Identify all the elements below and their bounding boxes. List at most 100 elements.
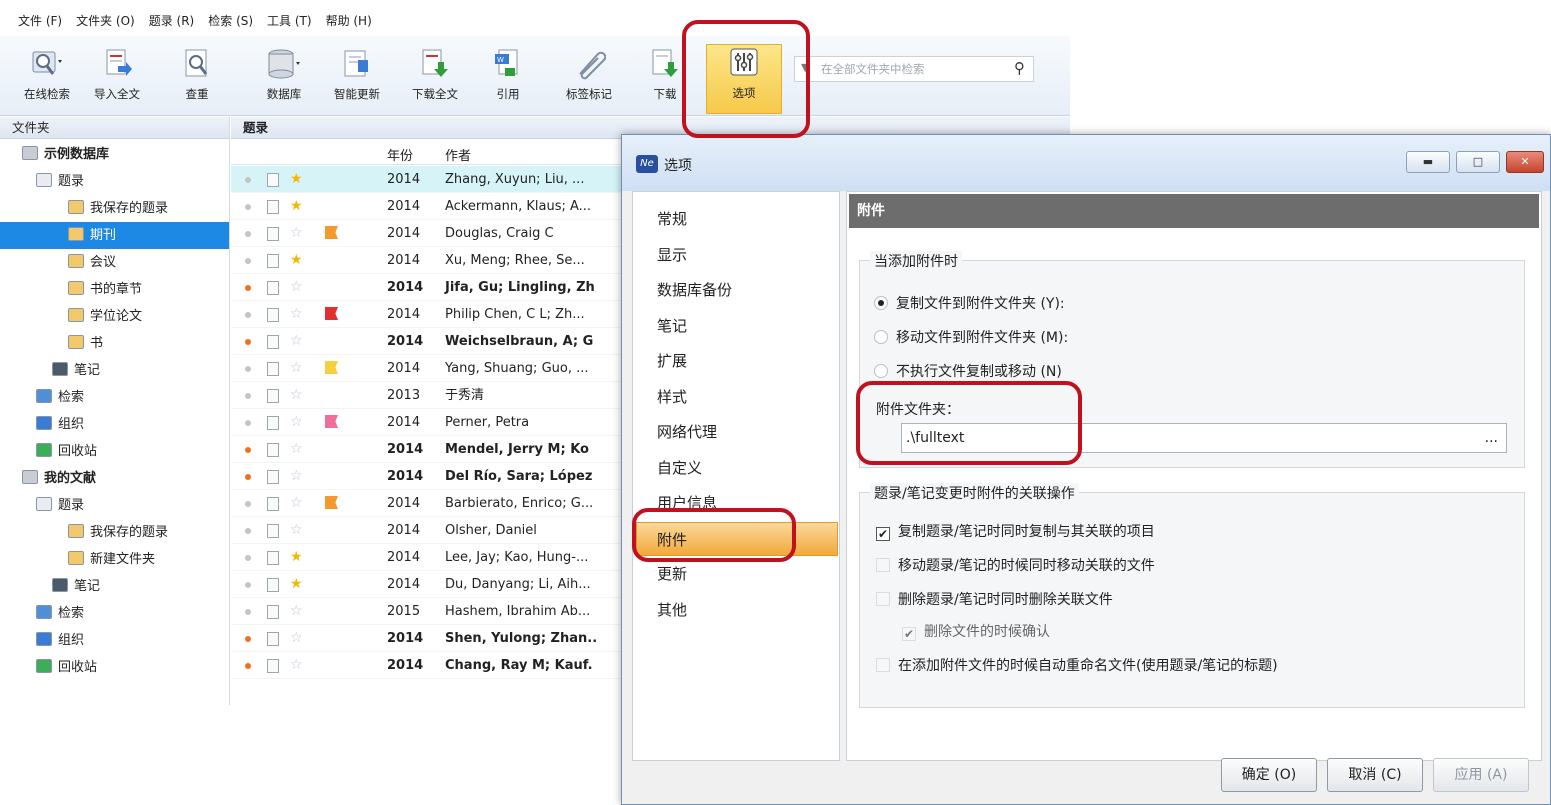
menu-file[interactable]: 文件 (F)	[18, 10, 62, 32]
read-status-icon[interactable]	[245, 177, 251, 183]
column-author[interactable]: 作者	[445, 145, 471, 164]
import-fulltext-button[interactable]: 导入全文	[86, 46, 148, 110]
read-status-icon[interactable]	[245, 663, 251, 669]
maximize-button[interactable]: □	[1456, 151, 1500, 173]
radio-button[interactable]	[874, 296, 888, 310]
read-status-icon[interactable]	[245, 609, 251, 615]
star-icon[interactable]: ☆	[290, 436, 303, 463]
star-icon[interactable]: ☆	[290, 274, 303, 301]
flag-icon[interactable]	[325, 415, 338, 428]
dedupe-button[interactable]: 查重	[166, 46, 228, 110]
star-icon[interactable]: ☆	[290, 517, 303, 544]
read-status-icon[interactable]	[245, 231, 251, 237]
options-button[interactable]: 选项	[706, 44, 782, 114]
folder-item[interactable]: 题录	[0, 168, 229, 195]
checkbox[interactable]	[876, 658, 890, 672]
download-fulltext-button[interactable]: 下载全文	[404, 46, 466, 110]
read-status-icon[interactable]	[245, 582, 251, 588]
star-icon[interactable]: ★	[290, 544, 303, 571]
nav-item[interactable]: 样式	[657, 380, 687, 414]
radio-move-file[interactable]: 移动文件到附件文件夹 (M):	[874, 327, 1068, 347]
column-year[interactable]: 年份	[387, 145, 413, 164]
radio-copy-file[interactable]: 复制文件到附件文件夹 (Y):	[874, 293, 1065, 313]
nav-item[interactable]: 更新	[657, 557, 687, 591]
database-button[interactable]: 数据库	[253, 46, 315, 110]
minimize-button[interactable]: ▬	[1406, 151, 1450, 173]
radio-no-copy[interactable]: 不执行文件复制或移动 (N)	[874, 361, 1062, 381]
chevron-down-icon[interactable]: ▼	[801, 61, 809, 74]
flag-icon[interactable]	[325, 307, 338, 320]
folder-item[interactable]: 期刊	[0, 222, 229, 249]
checkbox-confirm-delete[interactable]: ✔ 删除文件的时候确认	[902, 621, 1050, 641]
read-status-icon[interactable]	[245, 339, 251, 345]
star-icon[interactable]: ☆	[290, 463, 303, 490]
checkbox-auto-rename[interactable]: 在添加附件文件的时候自动重命名文件(使用题录/笔记的标题)	[876, 655, 1278, 675]
folder-item[interactable]: 会议	[0, 249, 229, 276]
folder-item[interactable]: 我保存的题录	[0, 519, 229, 546]
checkbox-delete-linked[interactable]: 删除题录/笔记时同时删除关联文件	[876, 589, 1113, 609]
cite-button[interactable]: W 引用	[477, 46, 539, 110]
menu-tools[interactable]: 工具 (T)	[267, 10, 312, 32]
star-icon[interactable]: ☆	[290, 382, 303, 409]
menu-folder[interactable]: 文件夹 (O)	[76, 10, 135, 32]
read-status-icon[interactable]	[245, 447, 251, 453]
star-icon[interactable]: ☆	[290, 409, 303, 436]
folder-item[interactable]: 学位论文	[0, 303, 229, 330]
read-status-icon[interactable]	[245, 285, 251, 291]
star-icon[interactable]: ★	[290, 166, 303, 193]
checkbox[interactable]: ✔	[876, 527, 890, 541]
read-status-icon[interactable]	[245, 312, 251, 318]
star-icon[interactable]: ★	[290, 247, 303, 274]
read-status-icon[interactable]	[245, 204, 251, 210]
folder-item[interactable]: 回收站	[0, 438, 229, 465]
folder-item[interactable]: 检索	[0, 384, 229, 411]
star-icon[interactable]: ☆	[290, 328, 303, 355]
nav-item[interactable]: 数据库备份	[657, 273, 732, 307]
read-status-icon[interactable]	[245, 420, 251, 426]
star-icon[interactable]: ☆	[290, 625, 303, 652]
cancel-button[interactable]: 取消 (C)	[1327, 758, 1423, 792]
folder-item[interactable]: 组织	[0, 411, 229, 438]
star-icon[interactable]: ☆	[290, 490, 303, 517]
attachment-folder-field[interactable]: .\fulltext ...	[901, 423, 1507, 453]
nav-item[interactable]: 常规	[657, 202, 687, 236]
read-status-icon[interactable]	[245, 555, 251, 561]
flag-icon[interactable]	[325, 496, 338, 509]
folder-item[interactable]: 示例数据库	[0, 141, 229, 168]
star-icon[interactable]: ☆	[290, 220, 303, 247]
folder-item[interactable]: 新建文件夹	[0, 546, 229, 573]
read-status-icon[interactable]	[245, 474, 251, 480]
star-icon[interactable]: ★	[290, 571, 303, 598]
read-status-icon[interactable]	[245, 366, 251, 372]
folder-item[interactable]: 笔记	[0, 573, 229, 600]
nav-item[interactable]: 扩展	[657, 344, 687, 378]
search-icon[interactable]: ⚲	[1014, 59, 1025, 77]
menu-help[interactable]: 帮助 (H)	[326, 10, 372, 32]
checkbox[interactable]	[876, 558, 890, 572]
search-input[interactable]: ▼ 在全部文件夹中检索 ⚲	[794, 56, 1034, 82]
online-search-button[interactable]: 在线检索	[16, 46, 78, 110]
smart-update-button[interactable]: 智能更新	[326, 46, 388, 110]
read-status-icon[interactable]	[245, 501, 251, 507]
menu-search[interactable]: 检索 (S)	[208, 10, 253, 32]
ok-button[interactable]: 确定 (O)	[1221, 758, 1317, 792]
folder-item[interactable]: 我的文献	[0, 465, 229, 492]
checkbox-copy-linked[interactable]: ✔ 复制题录/笔记时同时复制与其关联的项目	[876, 521, 1155, 541]
nav-item[interactable]: 显示	[657, 238, 687, 272]
browse-button[interactable]: ...	[1485, 424, 1498, 452]
star-icon[interactable]: ★	[290, 193, 303, 220]
read-status-icon[interactable]	[245, 528, 251, 534]
checkbox-move-linked[interactable]: 移动题录/笔记的时候同时移动关联的文件	[876, 555, 1155, 575]
tag-mark-button[interactable]: 标签标记	[558, 46, 620, 110]
read-status-icon[interactable]	[245, 258, 251, 264]
star-icon[interactable]: ☆	[290, 598, 303, 625]
checkbox[interactable]	[876, 592, 890, 606]
download-button[interactable]: 下载	[634, 46, 696, 110]
nav-item[interactable]: 其他	[657, 593, 687, 627]
apply-button[interactable]: 应用 (A)	[1433, 758, 1529, 792]
nav-item[interactable]: 笔记	[657, 309, 687, 343]
nav-item[interactable]: 附件	[636, 521, 838, 556]
read-status-icon[interactable]	[245, 393, 251, 399]
folder-item[interactable]: 检索	[0, 600, 229, 627]
flag-icon[interactable]	[325, 361, 338, 374]
